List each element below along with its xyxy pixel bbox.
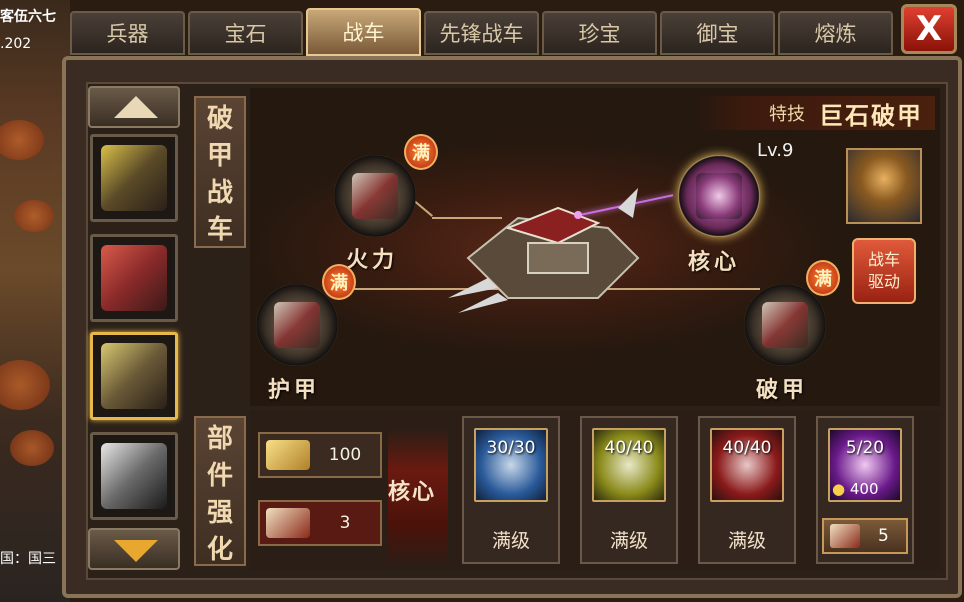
close-icon: X xyxy=(915,9,943,49)
component-slot-4[interactable]: 5/20 ● 400 5 xyxy=(816,416,914,564)
gold-ingot-icon: ● xyxy=(832,480,846,498)
skill-tag: 特技 xyxy=(769,104,805,125)
upgrade-button[interactable]: 5 xyxy=(822,518,908,554)
component-count: 40/40 xyxy=(604,438,654,458)
core-label: 核心 xyxy=(688,250,741,275)
max-badge: 满 xyxy=(404,134,438,170)
chariot-slot-1[interactable] xyxy=(90,134,178,222)
armor-icon xyxy=(274,302,320,348)
skill-name: 巨石破甲 xyxy=(819,101,923,130)
player-value: .202 xyxy=(0,36,32,52)
component-count: 40/40 xyxy=(722,438,772,458)
firepower-label: 火力 xyxy=(346,248,399,273)
chariot-slot-3[interactable] xyxy=(90,332,178,420)
core-icon xyxy=(696,173,742,219)
component-status: 满级 xyxy=(609,530,648,552)
component-slot-1[interactable]: 30/30 满级 xyxy=(462,416,560,564)
gold-bar-icon xyxy=(266,440,310,470)
scroll-down-button[interactable] xyxy=(88,528,180,570)
scroll-icon xyxy=(266,508,310,538)
tab-royal-treasure[interactable]: 御宝 xyxy=(660,11,775,55)
tab-chariot[interactable]: 战车 xyxy=(306,8,421,56)
gold-cost: ● 400 xyxy=(832,480,879,498)
component-count: 5/20 xyxy=(845,438,885,458)
core-node[interactable] xyxy=(678,155,760,237)
component-slot-3[interactable]: 40/40 满级 xyxy=(698,416,796,564)
vehicle-title: 破 甲 战 车 xyxy=(194,96,246,248)
chariot-drive-button[interactable]: 战车 驱动 xyxy=(852,238,916,304)
max-badge: 满 xyxy=(806,260,840,296)
tab-treasure[interactable]: 珍宝 xyxy=(542,11,657,55)
core-level: Lv.9 xyxy=(757,140,794,161)
scroll-icon xyxy=(830,524,860,548)
tab-weapons[interactable]: 兵器 xyxy=(70,11,185,55)
hud-bottom-text: 国：国三 xyxy=(0,551,56,567)
player-name: 客伍六七 xyxy=(0,9,56,25)
chariot-icon xyxy=(101,443,167,509)
tab-vanguard-chariot[interactable]: 先锋战车 xyxy=(424,11,539,55)
close-button[interactable]: X xyxy=(901,4,957,54)
firepower-node[interactable] xyxy=(334,155,416,237)
upgrade-cost: 5 xyxy=(878,526,889,546)
armor-label: 护甲 xyxy=(268,378,321,403)
firepower-icon xyxy=(352,173,398,219)
scroll-up-button[interactable] xyxy=(88,86,180,128)
tab-bar: 兵器 宝石 战车 先锋战车 珍宝 御宝 熔炼 xyxy=(70,8,900,58)
tab-smelting[interactable]: 熔炼 xyxy=(778,11,893,55)
component-status: 满级 xyxy=(491,530,530,552)
gold-bar-resource: 100 xyxy=(258,432,382,478)
armor-node[interactable] xyxy=(256,284,338,366)
breach-label: 破甲 xyxy=(756,378,809,403)
tab-gems[interactable]: 宝石 xyxy=(188,11,303,55)
gold-bar-count: 100 xyxy=(328,445,362,465)
chariot-model xyxy=(448,188,640,313)
chariot-slot-4[interactable] xyxy=(90,432,178,520)
scroll-resource: 3 xyxy=(258,500,382,546)
chariot-slot-2[interactable] xyxy=(90,234,178,322)
component-slot-2[interactable]: 40/40 满级 xyxy=(580,416,678,564)
component-count: 30/30 xyxy=(486,438,536,458)
general-portrait[interactable] xyxy=(846,148,922,224)
scroll-count: 3 xyxy=(339,513,351,533)
component-status: 满级 xyxy=(727,530,766,552)
max-badge: 满 xyxy=(322,264,356,300)
breach-node[interactable] xyxy=(744,284,826,366)
chariot-icon xyxy=(101,245,167,311)
current-part-label: 核心 xyxy=(388,480,437,505)
skill-banner: 特技 巨石破甲 xyxy=(695,96,935,130)
breach-icon xyxy=(762,302,808,348)
background-scenery: 客伍六七 .202 国：国三 xyxy=(0,0,70,602)
chariot-icon xyxy=(101,145,167,211)
chariot-icon xyxy=(101,343,167,409)
enhance-title: 部 件 强 化 xyxy=(194,416,246,566)
